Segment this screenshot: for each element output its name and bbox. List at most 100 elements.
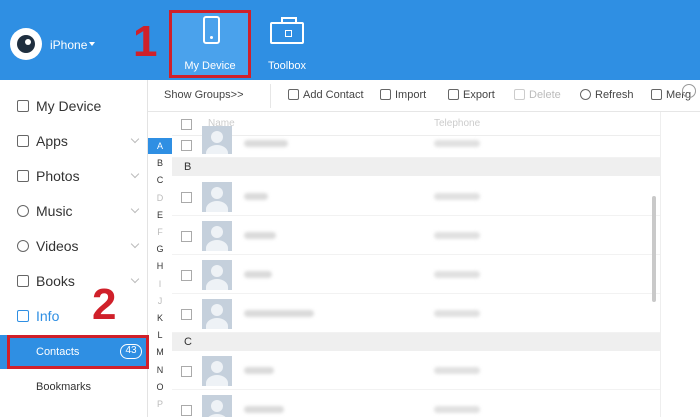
chevron-down-icon bbox=[130, 274, 140, 284]
more-icon[interactable] bbox=[682, 84, 696, 98]
import-button[interactable]: Import bbox=[380, 89, 426, 101]
contact-phone-redacted bbox=[434, 193, 480, 200]
alphabet-index-h[interactable]: H bbox=[148, 258, 172, 274]
toolbox-button[interactable]: Toolbox bbox=[258, 10, 316, 78]
row-checkbox[interactable] bbox=[181, 366, 192, 377]
export-icon bbox=[448, 89, 459, 100]
alphabet-index-m[interactable]: M bbox=[148, 344, 172, 360]
row-checkbox[interactable] bbox=[181, 231, 192, 242]
sidebar-item-info[interactable]: Info bbox=[0, 299, 148, 333]
sidebar-item-label: Music bbox=[36, 203, 73, 219]
alphabet-index-g[interactable]: G bbox=[148, 241, 172, 257]
avatar bbox=[202, 395, 232, 417]
alphabet-index-n[interactable]: N bbox=[148, 362, 172, 378]
contact-name-redacted bbox=[244, 193, 268, 200]
sidebar-item-music[interactable]: Music bbox=[0, 194, 148, 228]
table-row[interactable] bbox=[172, 352, 660, 390]
sidebar-item-label: Photos bbox=[36, 168, 80, 184]
contact-phone-redacted bbox=[434, 271, 480, 278]
table-row[interactable] bbox=[172, 178, 660, 216]
right-panel-edge bbox=[660, 112, 700, 417]
alphabet-index-d[interactable]: D bbox=[148, 190, 172, 206]
sidebar-item-label: Bookmarks bbox=[36, 381, 92, 393]
plus-icon bbox=[288, 89, 299, 100]
contact-phone-redacted bbox=[434, 140, 480, 147]
alphabet-index-f[interactable]: F bbox=[148, 224, 172, 240]
toolbox-icon bbox=[270, 17, 304, 44]
device-selector[interactable]: iPhone bbox=[50, 38, 87, 52]
table-row[interactable] bbox=[172, 217, 660, 255]
video-icon bbox=[17, 240, 29, 252]
export-label: Export bbox=[463, 89, 495, 101]
refresh-label: Refresh bbox=[595, 89, 634, 101]
contacts-list: Name Telephone B C bbox=[172, 112, 660, 417]
sidebar-item-label: My Device bbox=[36, 98, 102, 114]
chevron-down-icon[interactable] bbox=[89, 42, 95, 46]
chevron-down-icon bbox=[130, 239, 140, 249]
row-checkbox[interactable] bbox=[181, 192, 192, 203]
avatar bbox=[202, 126, 232, 154]
refresh-button[interactable]: Refresh bbox=[580, 89, 634, 101]
contact-name-redacted bbox=[244, 140, 288, 147]
row-checkbox[interactable] bbox=[181, 309, 192, 320]
top-bar: iPhone My Device Toolbox bbox=[0, 0, 700, 80]
contact-phone-redacted bbox=[434, 232, 480, 239]
alphabet-index-l[interactable]: L bbox=[148, 327, 172, 343]
alphabet-index-c[interactable]: C bbox=[148, 172, 172, 188]
alphabet-index-j[interactable]: J bbox=[148, 293, 172, 309]
table-row[interactable] bbox=[172, 256, 660, 294]
sidebar-item-apps[interactable]: Apps bbox=[0, 124, 148, 158]
sidebar-item-bookmarks[interactable]: Bookmarks bbox=[0, 370, 148, 404]
chevron-down-icon bbox=[130, 169, 140, 179]
add-contact-button[interactable]: Add Contact bbox=[288, 89, 364, 101]
group-header-b: B bbox=[172, 158, 660, 176]
avatar bbox=[202, 182, 232, 212]
contact-phone-redacted bbox=[434, 367, 480, 374]
contact-name-redacted bbox=[244, 271, 272, 278]
alphabet-index-a[interactable]: A bbox=[148, 138, 172, 154]
refresh-icon bbox=[580, 89, 591, 100]
import-label: Import bbox=[395, 89, 427, 101]
sidebar-item-photos[interactable]: Photos bbox=[0, 159, 148, 193]
music-icon bbox=[17, 205, 29, 217]
contact-name-redacted bbox=[244, 367, 274, 374]
table-row[interactable] bbox=[172, 391, 660, 417]
group-header-c: C bbox=[172, 333, 660, 351]
alphabet-index-k[interactable]: K bbox=[148, 310, 172, 326]
alphabet-index-i[interactable]: I bbox=[148, 276, 172, 292]
contact-name-redacted bbox=[244, 232, 276, 239]
sidebar-item-videos[interactable]: Videos bbox=[0, 229, 148, 263]
list-scrollbar[interactable] bbox=[652, 196, 656, 302]
close-icon bbox=[514, 89, 525, 100]
avatar bbox=[202, 356, 232, 386]
alphabet-index-b[interactable]: B bbox=[148, 155, 172, 171]
alphabet-index-e[interactable]: E bbox=[148, 207, 172, 223]
show-groups-button[interactable]: Show Groups>> bbox=[164, 89, 244, 101]
delete-label: Delete bbox=[529, 89, 561, 101]
group-label: C bbox=[184, 336, 192, 348]
sidebar-item-label: Apps bbox=[36, 133, 68, 149]
sidebar-item-label: Books bbox=[36, 273, 75, 289]
table-row[interactable] bbox=[172, 295, 660, 333]
export-button[interactable]: Export bbox=[448, 89, 495, 101]
toolbar-divider bbox=[270, 84, 271, 108]
row-checkbox[interactable] bbox=[181, 405, 192, 416]
book-icon bbox=[17, 275, 29, 287]
row-checkbox[interactable] bbox=[181, 140, 192, 151]
annotation-number-2: 2 bbox=[92, 280, 117, 329]
table-row[interactable] bbox=[172, 124, 660, 158]
sidebar-item-books[interactable]: Books bbox=[0, 264, 148, 298]
add-contact-label: Add Contact bbox=[303, 89, 364, 101]
alphabet-index-p[interactable]: P bbox=[148, 396, 172, 412]
grid-icon bbox=[17, 135, 29, 147]
contact-phone-redacted bbox=[434, 406, 480, 413]
delete-button[interactable]: Delete bbox=[514, 89, 561, 101]
row-checkbox[interactable] bbox=[181, 270, 192, 281]
alphabet-index: ABCDEFGHIJKLMNOP bbox=[148, 112, 172, 417]
contact-name-redacted bbox=[244, 310, 314, 317]
annotation-box-2 bbox=[7, 335, 149, 369]
sidebar-item-my-device[interactable]: My Device bbox=[0, 89, 148, 123]
avatar bbox=[202, 260, 232, 290]
alphabet-index-o[interactable]: O bbox=[148, 379, 172, 395]
phone-icon bbox=[17, 100, 29, 112]
